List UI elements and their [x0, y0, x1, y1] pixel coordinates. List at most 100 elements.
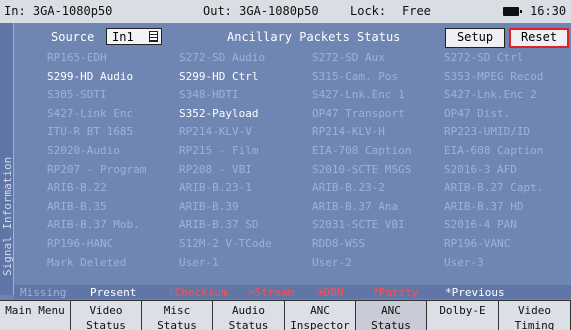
packet-status-cell: S2010-SCTE MSGS	[312, 162, 412, 176]
menu-item-sublabel: Inspector	[290, 319, 350, 330]
packet-status-cell: S2016-4 PAN	[444, 218, 517, 232]
menu-item[interactable]: Video Status	[71, 300, 142, 330]
clock: 16:30	[530, 4, 567, 18]
setup-button[interactable]: Setup	[445, 28, 505, 48]
packet-row: RP165-EDH S272-SD Audio S272-SD Aux S272-SD…	[14, 49, 571, 67]
packet-status-cell: ARIB-B.39	[179, 199, 239, 213]
legend-item: Missing	[20, 286, 67, 299]
packet-status-cell: ARIB-B.37 SD	[179, 218, 259, 232]
input-format: In: 3GA-1080p50	[4, 4, 113, 18]
legend-item: >Stream	[248, 286, 295, 299]
packet-status-cell: S315-Cam. Pos	[312, 69, 399, 83]
menu-item[interactable]: ANC Inspector	[285, 300, 356, 330]
menu-item-sublabel: Status	[371, 319, 411, 330]
menu-item[interactable]: Audio Status	[213, 300, 285, 330]
legend-item: ?Parity	[372, 286, 419, 299]
menu-item-sublabel: Status	[86, 319, 126, 330]
menu-item-sublabel: Status	[228, 319, 269, 330]
packet-row: Mark Deleted User-1 User-2 User-3	[14, 254, 571, 272]
legend-item: !Checksum	[168, 286, 228, 299]
menu-item[interactable]: ANC Status	[356, 300, 427, 330]
status-bar: In: 3GA-1080p50 Out: 3GA-1080p50 Lock: F…	[0, 0, 571, 24]
battery-icon	[503, 7, 522, 16]
packet-status-cell: ITU-R BT 1685	[47, 125, 134, 139]
status-legend: Missing Present !Checksum >Stream +DBN ?Parit…	[14, 285, 571, 299]
menu-item[interactable]: Video Timing	[499, 300, 571, 330]
source-value: In1	[112, 30, 134, 44]
legend-item: +DBN	[317, 286, 344, 299]
source-select[interactable]: In1	[106, 28, 162, 45]
packet-status-cell: Mark Deleted	[47, 255, 127, 269]
menu-item-label: ANC	[310, 304, 330, 317]
packet-status-cell: OP47 Dist.	[444, 106, 511, 120]
menu-item[interactable]: Misc Status	[142, 300, 213, 330]
screen: In: 3GA-1080p50 Out: 3GA-1080p50 Lock: F…	[0, 0, 571, 330]
menu-item-sublabel: Status	[157, 319, 197, 330]
signal-information-tab[interactable]: Signal Information	[0, 23, 14, 295]
packet-status-cell: ARIB-B.37 Mob.	[47, 218, 140, 232]
packet-status-cell: S348-HDTI	[179, 88, 239, 102]
packet-status-cell: RP196-VANC	[444, 237, 511, 250]
menu-item-label: Dolby-E	[439, 304, 486, 317]
packet-row: S305-SDTI S348-HDTI S427-Lnk.Enc 1 S427-Lnk…	[14, 86, 571, 104]
packet-status-cell: S12M-2 V-TCode	[179, 237, 272, 250]
packet-status-cell: ARIB-B.23-1	[179, 181, 252, 195]
packet-status-cell: EIA-608 Caption	[444, 144, 544, 157]
packet-status-cell: RP215 - Film	[179, 144, 259, 157]
packet-row: S299-HD Audio S299-HD Ctrl S315-Cam. Pos S3…	[14, 68, 571, 86]
packet-status-cell: ARIB-B.35	[47, 199, 107, 213]
menu-item[interactable]: Main Menu	[0, 300, 71, 330]
packet-status-cell: S427-Link Enc	[47, 106, 134, 120]
packet-status-cell: S2016-3 AFD	[444, 162, 517, 176]
lock-label: Lock:	[350, 4, 387, 18]
packet-status-cell: S272-SD Audio	[179, 51, 266, 64]
menu-item-label: ANC	[381, 304, 401, 317]
packet-status-cell: S427-Lnk.Enc 2	[444, 88, 537, 102]
packet-row: ARIB-B.37 Mob. ARIB-B.37 SD S2031-SCTE VBI…	[14, 216, 571, 234]
packet-status-cell: OP47 Transport	[312, 106, 405, 120]
menu-item[interactable]: Dolby-E	[427, 300, 499, 330]
reset-button[interactable]: Reset	[509, 28, 569, 48]
panel-header: Source In1 Ancillary Packets Status Setu…	[14, 23, 571, 49]
packet-status-cell: User-1	[179, 255, 219, 269]
packet-status-grid: RP165-EDH S272-SD Audio S272-SD Aux S272-SD…	[14, 49, 571, 285]
packet-status-cell: RP214-KLV-V	[179, 125, 252, 139]
packet-row: S427-Link Enc S352-Payload OP47 Transport O…	[14, 105, 571, 123]
packet-status-cell: S299-HD Audio	[47, 69, 134, 83]
packet-status-cell: RP196-HANC	[47, 237, 114, 250]
page-title: Ancillary Packets Status	[227, 30, 401, 44]
packet-status-cell: User-2	[312, 255, 352, 269]
output-format: Out: 3GA-1080p50	[203, 4, 319, 18]
packet-status-cell: S299-HD Ctrl	[179, 69, 259, 83]
bottom-menu: Main Menu Video Status Misc Status Audio Statu…	[0, 300, 571, 330]
packet-row: S2020-Audio RP215 - Film EIA-708 Caption EI…	[14, 142, 571, 160]
packet-status-cell: RP165-EDH	[47, 51, 107, 64]
lock-value: Free	[402, 4, 431, 18]
packet-status-cell: ARIB-B.37 Ana	[312, 199, 399, 213]
packet-status-cell: ARIB-B.37 HD	[444, 199, 524, 213]
packet-row: ARIB-B.35 ARIB-B.39 ARIB-B.37 Ana ARIB-B.37…	[14, 198, 571, 216]
menu-item-label: Misc	[163, 304, 191, 317]
packet-row: ITU-R BT 1685 RP214-KLV-V RP214-KLV-H RP223…	[14, 123, 571, 141]
menu-item-label: Audio	[231, 304, 266, 317]
source-label: Source	[51, 30, 95, 44]
list-icon	[149, 31, 158, 42]
packet-status-cell: RP223-UMID/ID	[444, 125, 531, 139]
packet-status-cell: RP214-KLV-H	[312, 125, 385, 139]
menu-item-label: Main Menu	[5, 304, 65, 317]
packet-status-cell: S272-SD Aux	[312, 51, 385, 64]
packet-row: RP196-HANC S12M-2 V-TCode RDD8-WSS RP196-VA…	[14, 235, 571, 253]
packet-status-cell: S353-MPEG Recod	[444, 69, 544, 83]
packet-row: ARIB-B.22 ARIB-B.23-1 ARIB-B.23-2 ARIB-B.27…	[14, 179, 571, 197]
packet-status-cell: RP208 - VBI	[179, 162, 252, 176]
packet-status-cell: S427-Lnk.Enc 1	[312, 88, 405, 102]
packet-row: RP207 - Program RP208 - VBI S2010-SCTE MSG…	[14, 161, 571, 179]
legend-item: *Previous	[445, 286, 505, 299]
side-tab-label: Signal Information	[1, 156, 14, 276]
packet-status-cell: ARIB-B.23-2	[312, 181, 385, 195]
menu-item-sublabel: Timing	[514, 319, 555, 330]
packet-status-cell: RP207 - Program	[47, 162, 147, 176]
packet-status-cell: EIA-708 Caption	[312, 144, 412, 157]
packet-status-cell: S272-SD Ctrl	[444, 51, 524, 64]
packet-status-cell: ARIB-B.27 Capt.	[444, 181, 544, 195]
